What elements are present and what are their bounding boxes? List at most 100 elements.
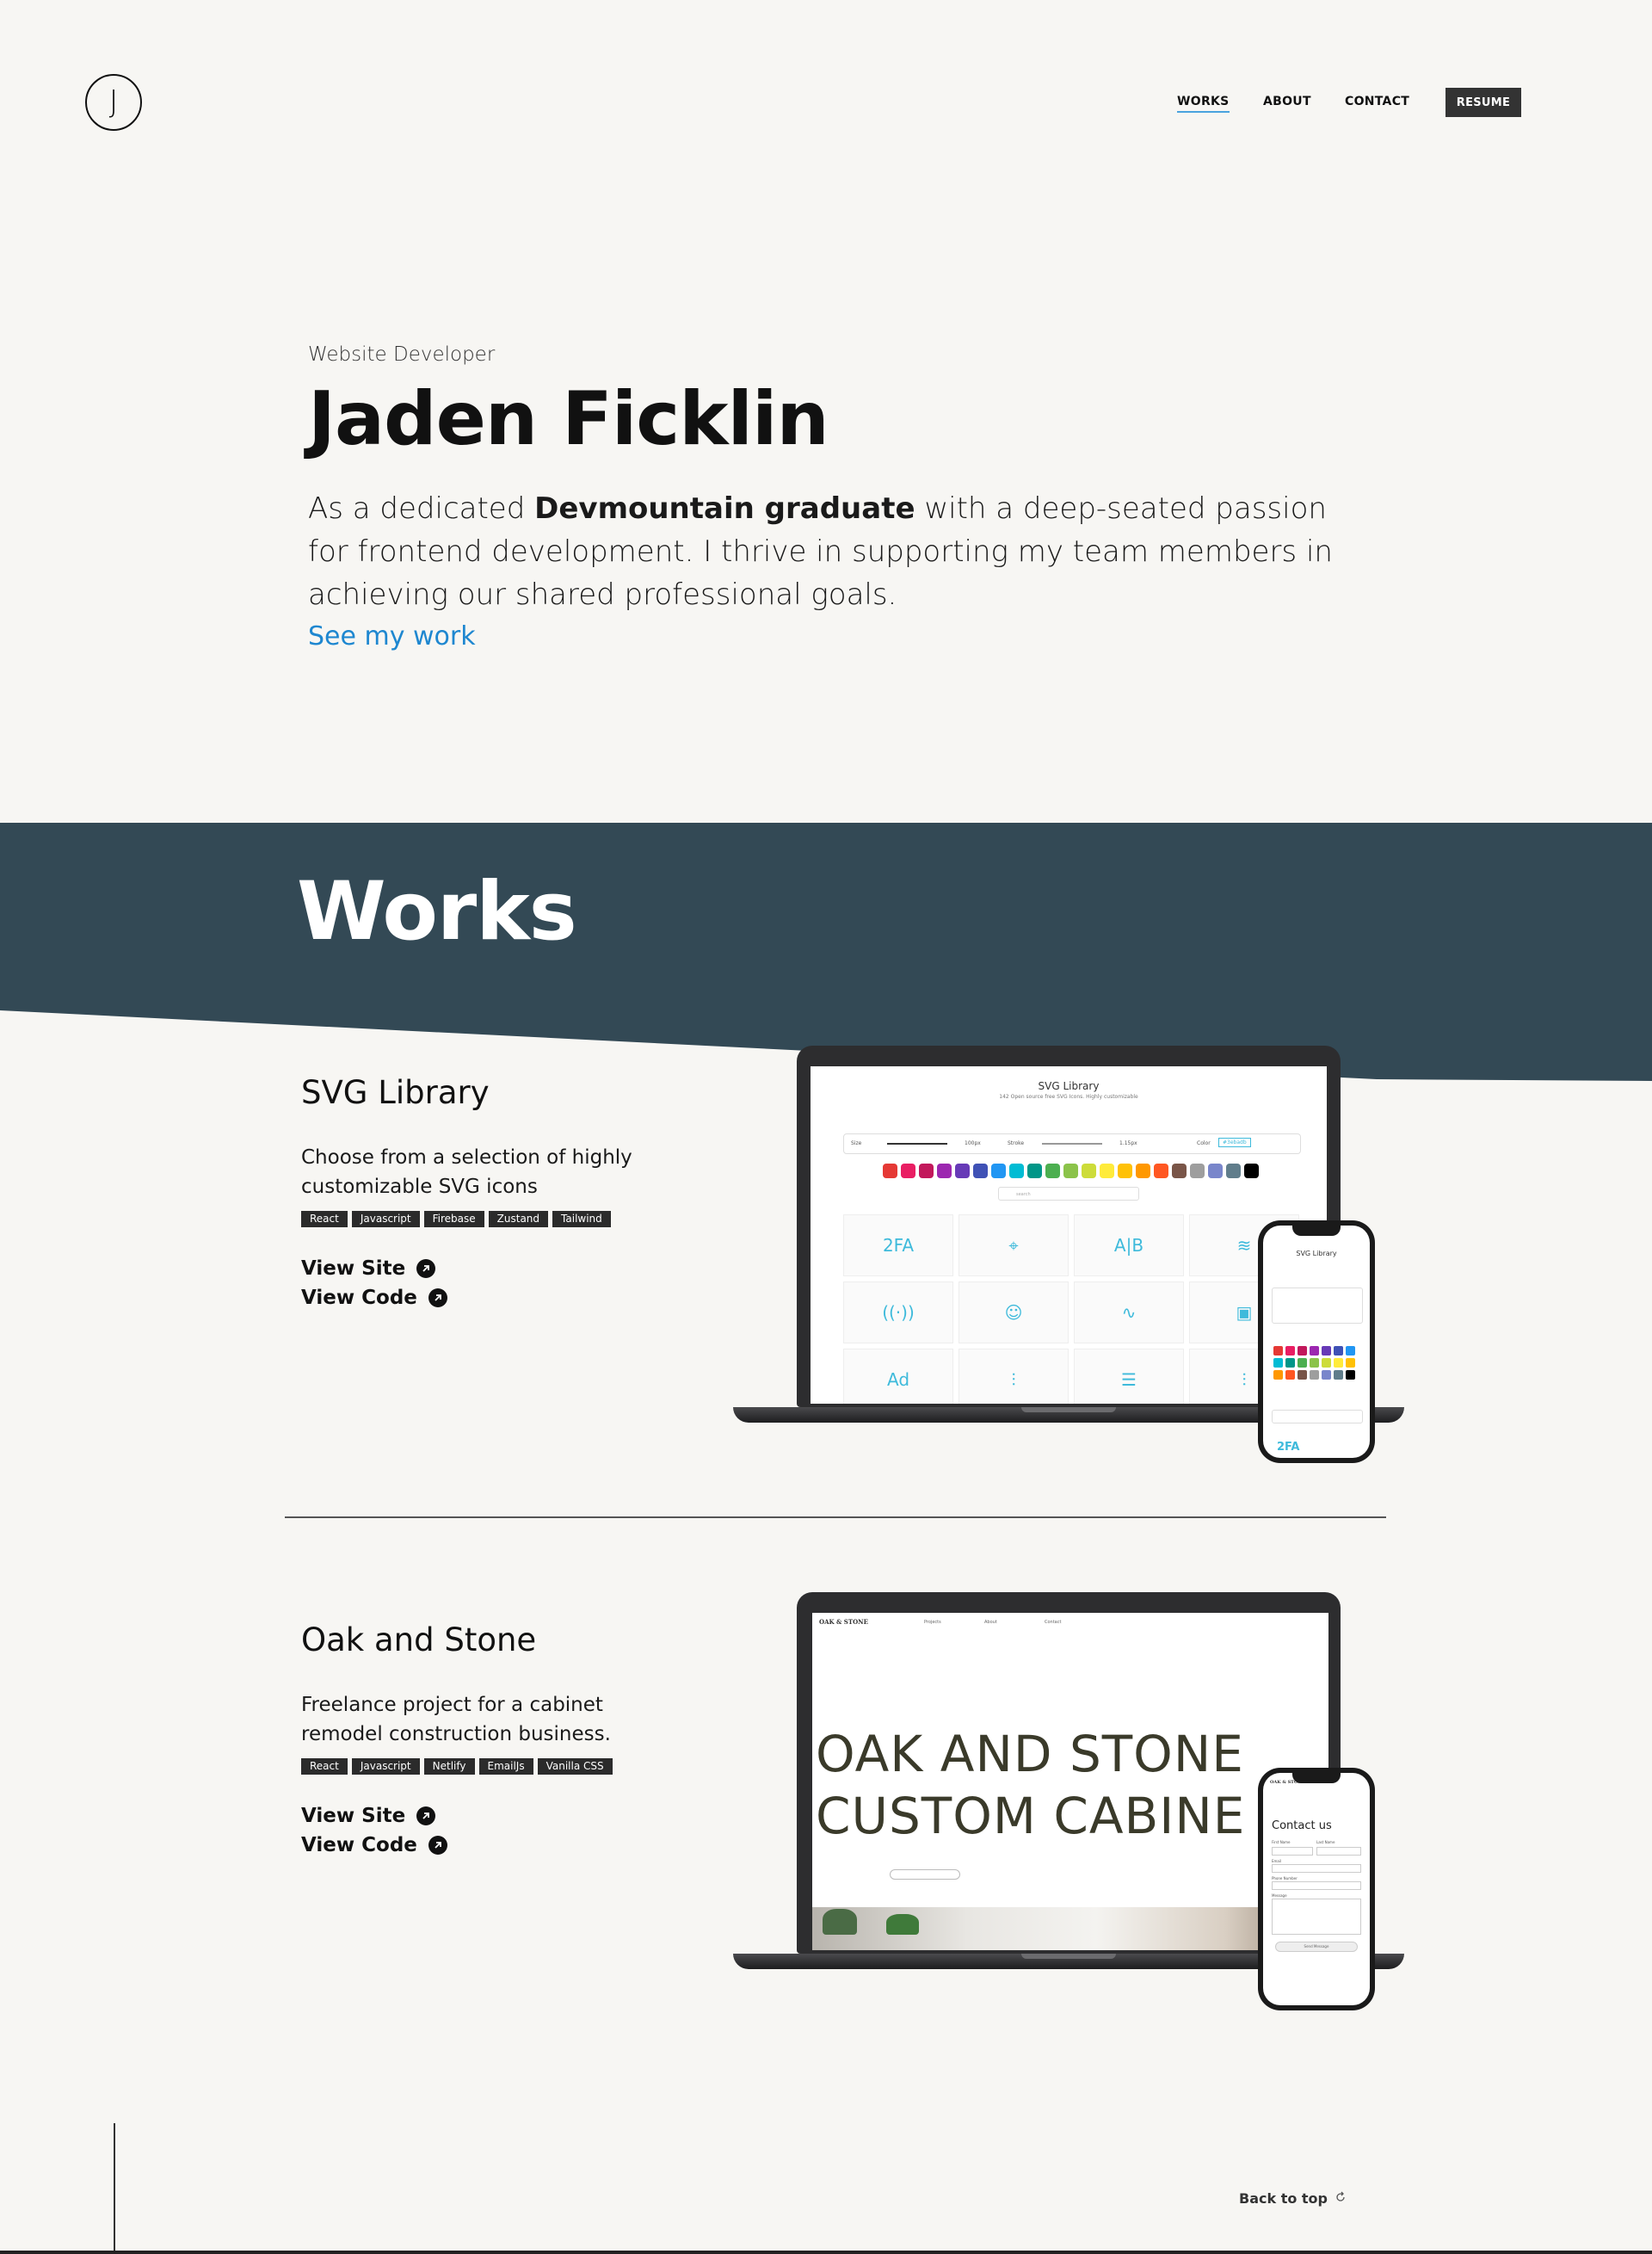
back-to-top-link[interactable]: Back to top xyxy=(1239,2190,1347,2207)
color-swatch xyxy=(1285,1358,1295,1368)
color-label: Color xyxy=(1197,1140,1211,1146)
size-slider xyxy=(887,1143,947,1145)
color-swatch xyxy=(919,1164,934,1178)
bio-text-start: As a dedicated xyxy=(308,491,535,526)
color-swatch xyxy=(1273,1346,1283,1355)
color-swatch xyxy=(1118,1164,1132,1178)
tag: Javascript xyxy=(351,1211,420,1227)
laptop-notch xyxy=(1021,1954,1116,1959)
color-swatch xyxy=(973,1164,988,1178)
color-swatch xyxy=(1346,1370,1355,1380)
color-swatch xyxy=(1298,1370,1307,1380)
tag: Zustand xyxy=(488,1211,549,1227)
view-code-link[interactable]: View Code xyxy=(301,1287,447,1309)
icon-cell: ☰ xyxy=(1074,1349,1184,1404)
color-swatch xyxy=(1285,1370,1295,1380)
preview-hero-text: OAK AND STONE CUSTOM CABINE xyxy=(816,1723,1245,1847)
phone-input xyxy=(1272,1864,1361,1873)
tag: Javascript xyxy=(351,1758,420,1775)
footer-vertical-line xyxy=(114,2123,115,2254)
color-swatch xyxy=(1208,1164,1223,1178)
nav-works[interactable]: WORKS xyxy=(1177,95,1230,113)
arrow-up-right-icon xyxy=(416,1806,436,1825)
tag: React xyxy=(301,1758,348,1775)
icon-glyph: ⫶ xyxy=(1011,1369,1016,1390)
color-swatch xyxy=(1310,1346,1319,1355)
color-swatch xyxy=(1346,1346,1355,1355)
phone-field-first: First Name xyxy=(1272,1840,1291,1844)
stroke-slider xyxy=(1042,1143,1102,1145)
color-swatch xyxy=(901,1164,915,1178)
resume-button[interactable]: RESUME xyxy=(1446,88,1521,117)
view-code-link[interactable]: View Code xyxy=(301,1834,447,1856)
icon-glyph: Ad xyxy=(886,1369,910,1390)
color-swatch xyxy=(1285,1346,1295,1355)
preview-hero-line1: OAK AND STONE xyxy=(816,1725,1244,1783)
size-label: Size xyxy=(851,1140,862,1146)
preview-nav-contact: Contact xyxy=(1045,1620,1062,1625)
view-site-label: View Site xyxy=(301,1805,406,1827)
color-swatch xyxy=(1190,1164,1205,1178)
bottom-rule xyxy=(0,2251,1652,2254)
project-title: Oak and Stone xyxy=(301,1621,537,1658)
color-swatch xyxy=(1273,1370,1283,1380)
color-swatch xyxy=(1226,1164,1241,1178)
color-swatch xyxy=(1310,1358,1319,1368)
arrow-up-right-icon xyxy=(428,1288,447,1307)
color-swatch xyxy=(1136,1164,1150,1178)
icon-grid: 2FA ⌖ A|B ≋ ((·)) ☺ ∿ ▣ Ad ⫶ ☰ ⫶ xyxy=(843,1214,1299,1404)
icon-cell: ⌖ xyxy=(959,1214,1069,1276)
see-my-work-link[interactable]: See my work xyxy=(308,621,476,651)
back-to-top-label: Back to top xyxy=(1239,2190,1328,2207)
hero-role: Website Developer xyxy=(308,343,496,366)
color-swatch xyxy=(937,1164,952,1178)
phone-controls xyxy=(1272,1288,1363,1324)
icon-cell: Ad xyxy=(843,1349,953,1404)
phone-search xyxy=(1272,1410,1363,1423)
color-swatch xyxy=(1154,1164,1168,1178)
color-swatch xyxy=(1334,1370,1343,1380)
phone-contact-title: Contact us xyxy=(1272,1819,1332,1832)
arrow-up-right-icon xyxy=(428,1836,447,1855)
color-swatch xyxy=(1063,1164,1078,1178)
preview-hero-line2: CUSTOM CABINE xyxy=(816,1787,1246,1845)
phone-notch xyxy=(1292,1226,1341,1236)
preview-brand: OAK & STONE xyxy=(819,1618,868,1626)
hero-bio: As a dedicated Devmountain graduate with… xyxy=(308,487,1341,616)
phone-send-button: Send Message xyxy=(1275,1942,1358,1952)
icon-cell: ☺ xyxy=(959,1281,1069,1343)
logo-letter: J xyxy=(108,84,119,120)
view-site-link[interactable]: View Site xyxy=(301,1257,436,1280)
section-divider xyxy=(285,1516,1386,1518)
works-title: Works xyxy=(297,865,577,959)
view-site-link[interactable]: View Site xyxy=(301,1805,436,1827)
size-value: 100px xyxy=(965,1140,981,1146)
color-swatch xyxy=(955,1164,970,1178)
phone-textarea xyxy=(1272,1899,1361,1935)
logo[interactable]: J xyxy=(85,74,142,131)
icon-glyph: ⫶ xyxy=(1242,1369,1247,1390)
phone-notch xyxy=(1292,1773,1341,1783)
icon-glyph: ((·)) xyxy=(882,1302,915,1323)
color-swatch xyxy=(1322,1358,1331,1368)
view-code-label: View Code xyxy=(301,1287,417,1309)
refresh-arrow-icon xyxy=(1335,2190,1347,2207)
stroke-value: 1.15px xyxy=(1119,1140,1137,1146)
nav-about[interactable]: ABOUT xyxy=(1263,95,1311,108)
works-banner-shape xyxy=(0,823,1652,1081)
nav-contact[interactable]: CONTACT xyxy=(1345,95,1409,108)
icon-glyph: ☺ xyxy=(1004,1302,1023,1323)
preview-heading: SVG Library xyxy=(1038,1080,1100,1092)
tag: Firebase xyxy=(423,1211,484,1227)
tag: Netlify xyxy=(423,1758,475,1775)
icon-glyph: ⌖ xyxy=(1008,1235,1019,1256)
tag: EmailJs xyxy=(478,1758,533,1775)
color-swatch xyxy=(1322,1370,1331,1380)
tag-list: React Javascript Firebase Zustand Tailwi… xyxy=(301,1211,611,1227)
phone-field-email: Email xyxy=(1272,1859,1282,1863)
icon-glyph: ▣ xyxy=(1236,1302,1253,1323)
tag: React xyxy=(301,1211,348,1227)
phone-input xyxy=(1272,1847,1313,1856)
oak-stone-screenshot: OAK & STONE Projects About Contact OAK A… xyxy=(812,1613,1328,1950)
stroke-label: Stroke xyxy=(1008,1140,1025,1146)
